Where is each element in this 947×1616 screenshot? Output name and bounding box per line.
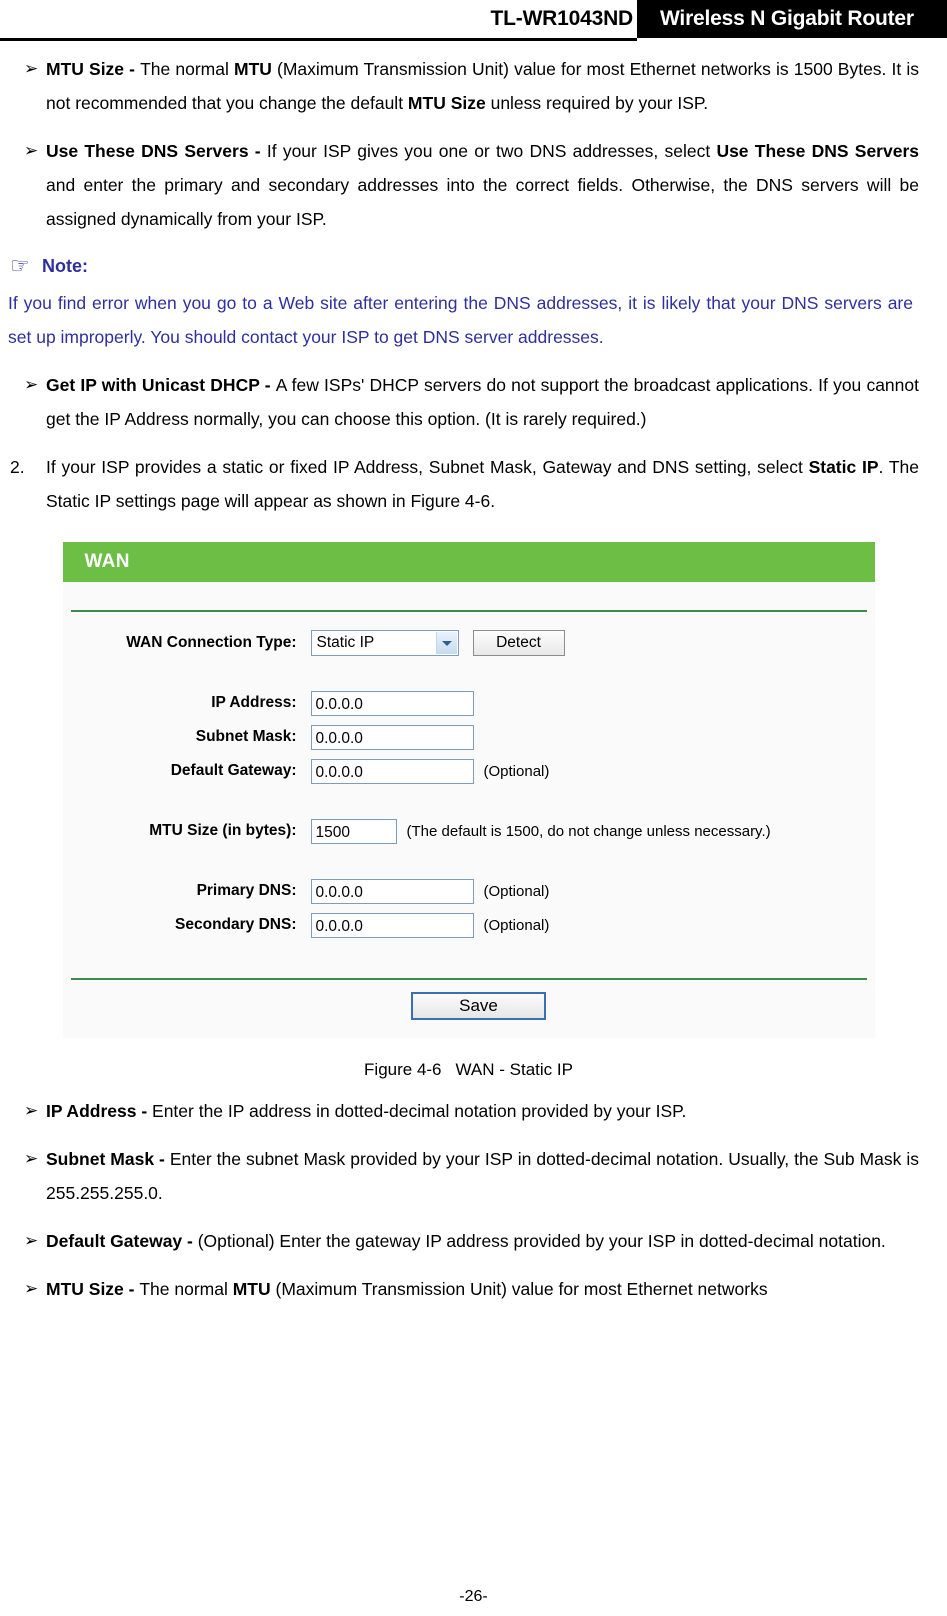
ip-address-description: Enter the IP address in dotted-decimal n… bbox=[152, 1101, 687, 1121]
wan-form: WAN Connection Type: Static IP Detect IP… bbox=[62, 612, 875, 968]
row-mtu-size: MTU Size (in bytes): 1500 (The default i… bbox=[63, 816, 875, 846]
bullet-arrow-icon: ➢ bbox=[24, 59, 39, 78]
mtu-bottom-text-1: The normal bbox=[139, 1279, 233, 1299]
secondary-dns-input[interactable]: 0.0.0.0 bbox=[310, 912, 474, 938]
subnet-mask-description: Enter the subnet Mask provided by your I… bbox=[46, 1149, 919, 1203]
wan-connection-type-controls: Static IP Detect bbox=[310, 630, 565, 656]
bullet-arrow-icon: ➢ bbox=[24, 1149, 39, 1168]
term-mtu-bottom: MTU bbox=[232, 1279, 271, 1299]
bullet-dhcp-text: Get IP with Unicast DHCP - A few ISPs' D… bbox=[46, 368, 929, 436]
mtu-size-input[interactable]: 1500 bbox=[310, 818, 397, 844]
bullet-default-gateway-text: Default Gateway - (Optional) Enter the g… bbox=[46, 1224, 929, 1258]
header-model-name: TL-WR1043ND bbox=[490, 7, 634, 30]
pointing-hand-icon: ☞ bbox=[10, 253, 30, 278]
bullet-arrow-icon: ➢ bbox=[24, 141, 39, 160]
default-gateway-hint: (Optional) bbox=[483, 762, 550, 780]
bullet-get-ip-unicast-dhcp: ➢ Get IP with Unicast DHCP - A few ISPs'… bbox=[8, 368, 929, 436]
bullet-ip-address: ➢ IP Address - Enter the IP address in d… bbox=[8, 1094, 929, 1128]
page-number: -26- bbox=[459, 1588, 488, 1605]
label-ip-address: IP Address: bbox=[211, 694, 297, 711]
bullet-arrow-icon: ➢ bbox=[24, 1279, 39, 1298]
note-title: Note: bbox=[42, 255, 88, 276]
bullet-mtu-size-bottom: ➢ MTU Size - The normal MTU (Maximum Tra… bbox=[8, 1272, 929, 1306]
bullet-ip-address-text: IP Address - Enter the IP address in dot… bbox=[46, 1094, 929, 1128]
numbered-item-marker: 2. bbox=[10, 457, 25, 477]
page-header: TL-WR1043ND Wireless N Gigabit Router bbox=[0, 0, 947, 41]
wan-save-row: Save bbox=[62, 980, 875, 1038]
note-header: ☞ Note: bbox=[8, 252, 929, 280]
bullet-default-gateway: ➢ Default Gateway - (Optional) Enter the… bbox=[8, 1224, 929, 1258]
label-wan-connection-type: WAN Connection Type: bbox=[126, 634, 297, 651]
term-mtu-size: MTU Size - bbox=[46, 59, 141, 79]
numbered-text-1: If your ISP provides a static or fixed I… bbox=[46, 457, 809, 477]
bullet-mtu-size: ➢ MTU Size - The normal MTU (Maximum Tra… bbox=[8, 52, 929, 120]
save-button[interactable]: Save bbox=[411, 992, 546, 1020]
term-subnet-mask: Subnet Mask - bbox=[46, 1149, 170, 1169]
label-default-gateway: Default Gateway: bbox=[170, 762, 297, 779]
bullet-subnet-mask-text: Subnet Mask - Enter the subnet Mask prov… bbox=[46, 1142, 929, 1210]
chevron-down-icon[interactable] bbox=[435, 632, 457, 654]
page-footer: -26- bbox=[0, 1588, 947, 1606]
bullet-mtu-size-text: MTU Size - The normal MTU (Maximum Trans… bbox=[46, 52, 929, 120]
term-ip-address: IP Address - bbox=[46, 1101, 153, 1121]
primary-dns-hint: (Optional) bbox=[483, 882, 550, 900]
term-get-ip-unicast-dhcp: Get IP with Unicast DHCP - bbox=[46, 375, 276, 395]
wan-settings-screenshot: WAN WAN Connection Type: Static IP Detec… bbox=[62, 542, 875, 1038]
numbered-item-2: 2. If your ISP provides a static or fixe… bbox=[8, 450, 929, 518]
mtu-size-hint: (The default is 1500, do not change unle… bbox=[406, 822, 771, 840]
bullet-arrow-icon: ➢ bbox=[24, 375, 39, 394]
default-gateway-description: (Optional) Enter the gateway IP address … bbox=[197, 1231, 886, 1251]
bullet-mtu-size-bottom-text: MTU Size - The normal MTU (Maximum Trans… bbox=[46, 1272, 929, 1306]
term-use-these-dns-servers: Use These DNS Servers - bbox=[46, 141, 267, 161]
detect-button[interactable]: Detect bbox=[472, 630, 565, 656]
row-primary-dns: Primary DNS: 0.0.0.0 (Optional) bbox=[63, 876, 875, 906]
bullet-use-these-dns-servers: ➢ Use These DNS Servers - If your ISP gi… bbox=[8, 134, 929, 236]
figure-number: Figure 4-6 bbox=[364, 1060, 442, 1079]
note-body-text: If you find error when you go to a Web s… bbox=[8, 293, 913, 347]
row-subnet-mask: Subnet Mask: 0.0.0.0 bbox=[63, 722, 875, 752]
mtu-text-3: unless required by your ISP. bbox=[485, 93, 709, 113]
bullet-dns-servers-text: Use These DNS Servers - If your ISP give… bbox=[46, 134, 929, 236]
mtu-text-1: The normal bbox=[140, 59, 234, 79]
figure-title: WAN - Static IP bbox=[455, 1060, 573, 1079]
row-default-gateway: Default Gateway: 0.0.0.0 (Optional) bbox=[63, 756, 875, 786]
ip-address-input[interactable]: 0.0.0.0 bbox=[310, 690, 474, 716]
figure-caption: Figure 4-6 WAN - Static IP bbox=[8, 1060, 929, 1080]
row-secondary-dns: Secondary DNS: 0.0.0.0 (Optional) bbox=[63, 910, 875, 940]
header-rule bbox=[0, 38, 637, 41]
default-gateway-input[interactable]: 0.0.0.0 bbox=[310, 758, 474, 784]
term-mtu: MTU bbox=[234, 59, 272, 79]
mtu-bottom-text-2: (Maximum Transmission Unit) value for mo… bbox=[270, 1279, 768, 1299]
row-wan-connection-type: WAN Connection Type: Static IP Detect bbox=[63, 628, 875, 658]
page-content: ➢ MTU Size - The normal MTU (Maximum Tra… bbox=[0, 52, 947, 1306]
wan-connection-type-select[interactable]: Static IP bbox=[310, 630, 459, 656]
secondary-dns-hint: (Optional) bbox=[483, 916, 550, 934]
label-mtu-size: MTU Size (in bytes): bbox=[149, 822, 297, 839]
subnet-mask-input[interactable]: 0.0.0.0 bbox=[310, 724, 474, 750]
primary-dns-input[interactable]: 0.0.0.0 bbox=[310, 878, 474, 904]
term-mtu-size-bottom: MTU Size - bbox=[46, 1279, 140, 1299]
dns-text-1: If your ISP gives you one or two DNS add… bbox=[266, 141, 717, 161]
header-product-name: Wireless N Gigabit Router bbox=[660, 7, 914, 30]
numbered-item-text: If your ISP provides a static or fixed I… bbox=[46, 450, 929, 518]
note-block: ☞ Note: If you find error when you go to… bbox=[8, 252, 929, 354]
bullet-arrow-icon: ➢ bbox=[24, 1101, 39, 1120]
wan-connection-type-value: Static IP bbox=[316, 634, 375, 651]
wan-panel-titlebar: WAN bbox=[62, 542, 875, 582]
term-mtu-size-2: MTU Size bbox=[407, 93, 486, 113]
wan-panel-title: WAN bbox=[84, 551, 130, 572]
term-use-these-dns-servers-2: Use These DNS Servers bbox=[716, 141, 919, 161]
term-default-gateway: Default Gateway - bbox=[46, 1231, 198, 1251]
wan-figure: WAN WAN Connection Type: Static IP Detec… bbox=[8, 542, 929, 1038]
label-secondary-dns: Secondary DNS: bbox=[175, 916, 297, 933]
dns-text-2: and enter the primary and secondary addr… bbox=[46, 175, 919, 229]
term-static-ip: Static IP bbox=[808, 457, 879, 477]
wan-panel-subbar bbox=[62, 582, 875, 610]
bullet-subnet-mask: ➢ Subnet Mask - Enter the subnet Mask pr… bbox=[8, 1142, 929, 1210]
label-primary-dns: Primary DNS: bbox=[196, 882, 297, 899]
label-subnet-mask: Subnet Mask: bbox=[195, 728, 297, 745]
row-ip-address: IP Address: 0.0.0.0 bbox=[63, 688, 875, 718]
bullet-arrow-icon: ➢ bbox=[24, 1231, 39, 1250]
